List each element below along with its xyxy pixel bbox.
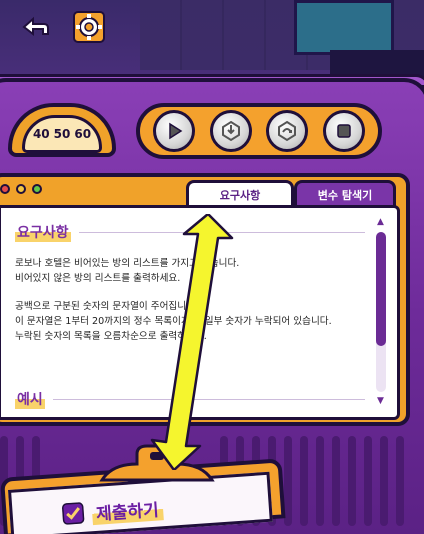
dial-label-40: 40 xyxy=(32,127,50,141)
back-arrow-icon xyxy=(22,16,49,37)
window-dot-green xyxy=(32,184,42,194)
background-window xyxy=(294,0,394,55)
requirement-line: 공백으로 구분된 숫자의 문자열이 주어집니다. xyxy=(15,301,198,312)
settings-button[interactable] xyxy=(72,10,106,44)
scrollbar-thumb[interactable] xyxy=(376,232,386,346)
play-icon xyxy=(169,122,183,140)
tab-variable-explorer[interactable]: 변수 탐색기 xyxy=(294,180,396,207)
scroll-up-button[interactable]: ▲ xyxy=(377,217,384,227)
heading-divider xyxy=(52,398,365,400)
heading-divider xyxy=(78,231,365,233)
requirements-title: 요구사항 xyxy=(15,222,71,242)
tab-requirements[interactable]: 요구사항 xyxy=(186,180,294,207)
dial-label-60: 60 xyxy=(74,127,92,141)
window-dot-red xyxy=(0,184,10,194)
requirement-line: 이 문자열은 1부터 20까지의 정수 목록이지만, 일부 숫자가 누락되어 있… xyxy=(15,316,332,327)
requirement-line: 로보나 호텔은 비어있는 방의 리스트를 가지고 있습니다. xyxy=(15,258,240,269)
requirements-body: 로보나 호텔은 비어있는 방의 리스트를 가지고 있습니다. 비어있지 않은 방… xyxy=(15,256,365,344)
step-over-button[interactable] xyxy=(266,110,309,152)
scroll-down-button[interactable]: ▼ xyxy=(377,396,384,406)
example-title: 예시 xyxy=(15,389,45,409)
stop-icon xyxy=(337,124,351,138)
example-heading: 예시 xyxy=(15,389,365,409)
step-over-icon xyxy=(278,120,297,142)
requirement-line: 누락된 숫자의 목록을 오름차순으로 출력하세요. xyxy=(15,331,207,342)
requirement-line: 비어있지 않은 방의 리스트를 출력하세요. xyxy=(15,273,181,284)
back-button[interactable] xyxy=(18,10,52,44)
stop-button[interactable] xyxy=(322,110,365,152)
step-into-icon xyxy=(221,120,240,142)
dial-label-50: 50 xyxy=(53,127,71,141)
play-button[interactable] xyxy=(153,110,196,152)
speed-dial-face: 40 50 60 xyxy=(22,115,102,153)
requirements-panel: 요구사항 로보나 호텔은 비어있는 방의 리스트를 가지고 있습니다. 비어있지… xyxy=(0,205,400,420)
gear-icon xyxy=(73,11,105,43)
requirements-heading: 요구사항 xyxy=(15,222,365,242)
submit-label: 제출하기 xyxy=(91,494,164,525)
window-dots xyxy=(0,184,42,194)
clipboard-clip-icon xyxy=(99,444,215,482)
checkmark-icon xyxy=(62,502,85,525)
control-panel xyxy=(136,103,382,159)
step-into-button[interactable] xyxy=(209,110,252,152)
requirements-content: 요구사항 로보나 호텔은 비어있는 방의 리스트를 가지고 있습니다. 비어있지… xyxy=(15,222,365,344)
window-dot-yellow xyxy=(16,184,26,194)
